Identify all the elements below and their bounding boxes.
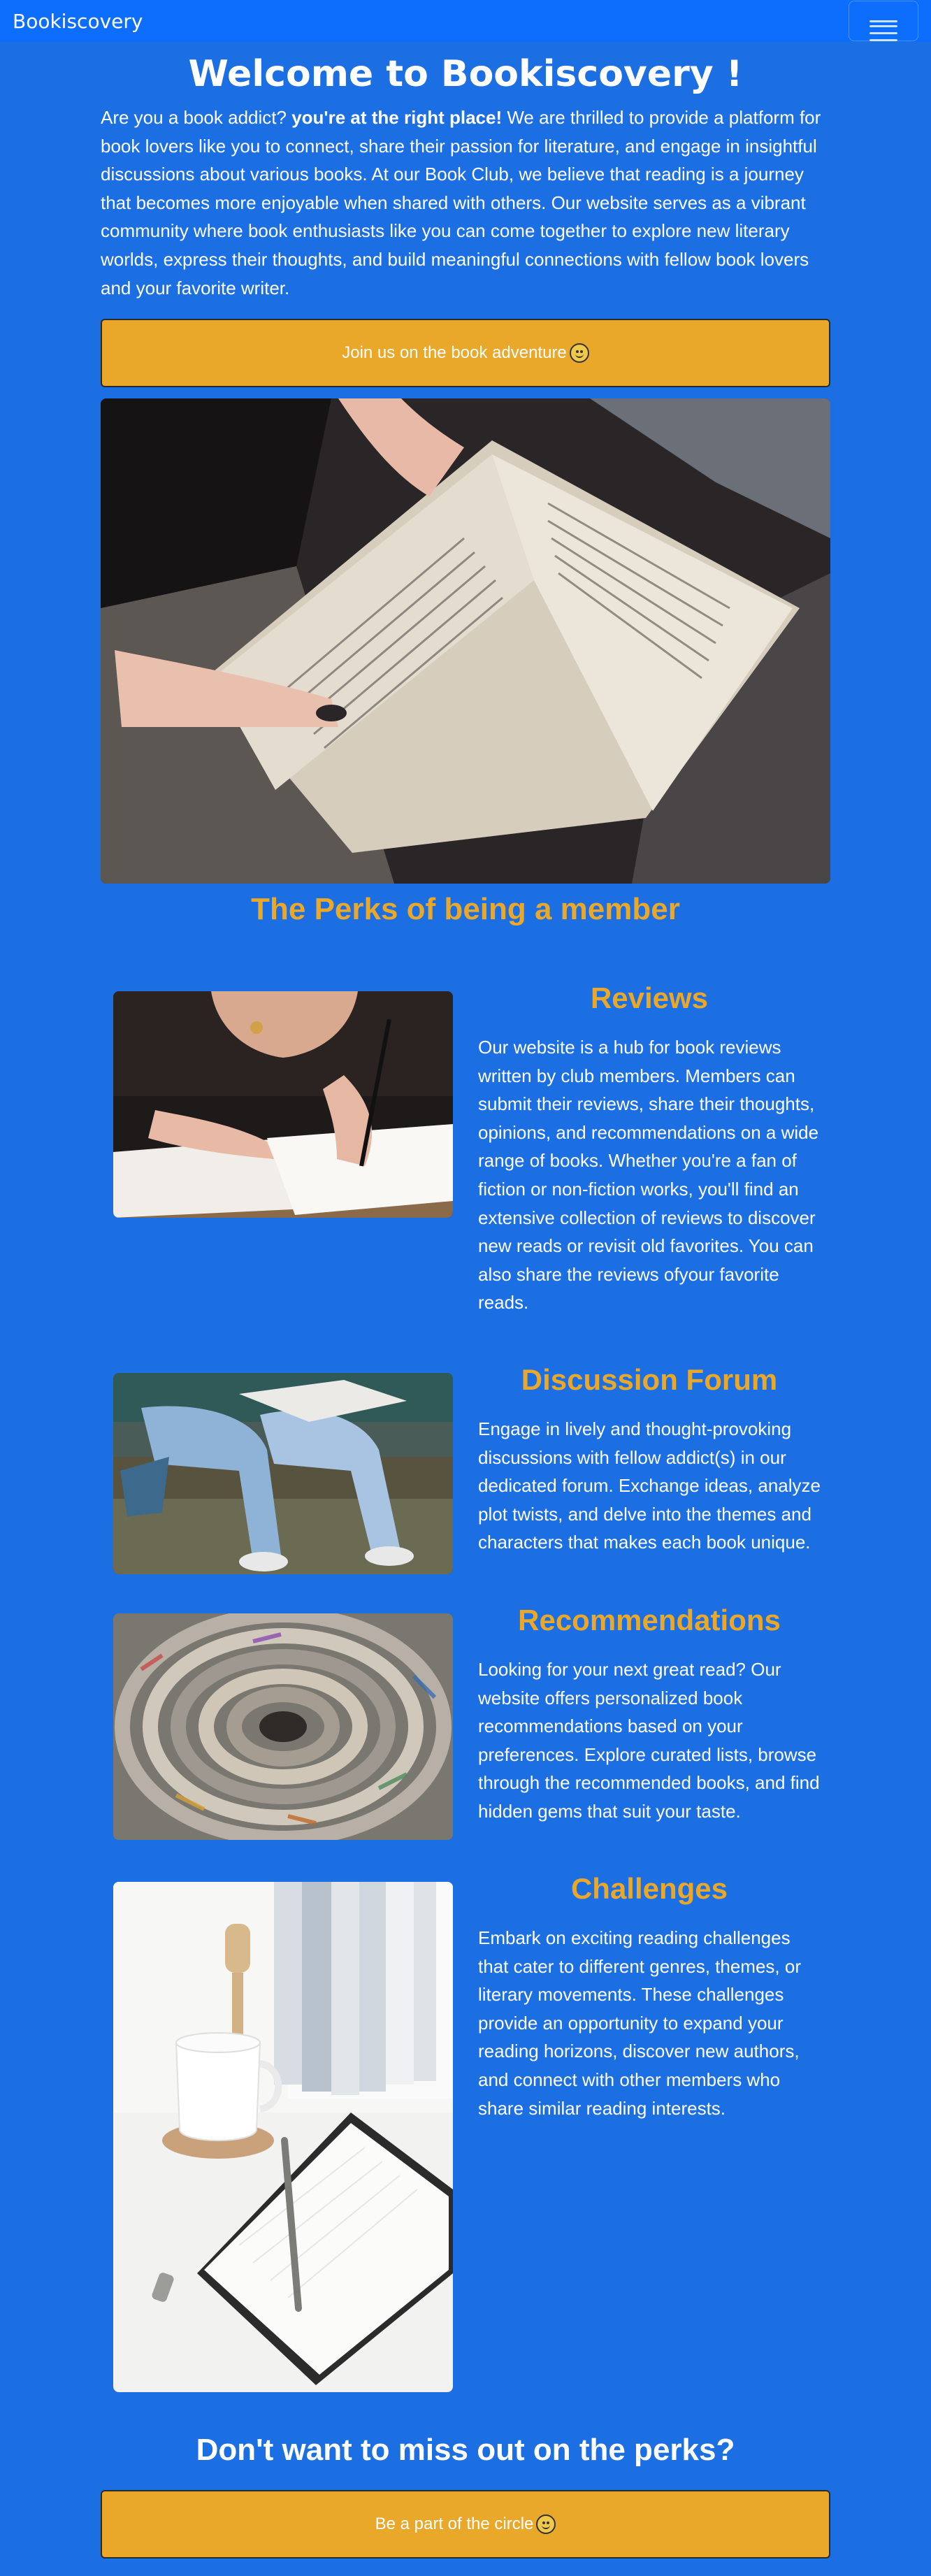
discussion-forum-title: Discussion Forum <box>521 1363 778 1396</box>
closing-title: Don't want to miss out on the perks? <box>196 2433 735 2467</box>
reviews-text: Our website is a hub for book reviews wr… <box>478 1037 819 1314</box>
join-circle-label: Be a part of the circle <box>375 2514 534 2533</box>
challenges-text: Embark on exciting reading challenges th… <box>478 1927 801 2119</box>
intro-paragraph: Are you a book addict? you're at the rig… <box>101 103 830 302</box>
discussion-forum-image <box>113 1373 453 1574</box>
friends-reading-illustration <box>113 1373 453 1574</box>
open-book-illustration <box>101 398 830 884</box>
smile-emoji-icon <box>569 343 589 363</box>
page-title: Welcome to Bookiscovery ! <box>188 53 743 95</box>
join-circle-button[interactable]: Be a part of the circle <box>101 2490 830 2559</box>
recommendations-title: Recommendations <box>518 1604 781 1636</box>
book-spiral-illustration <box>113 1613 453 1840</box>
brand-link[interactable]: Bookiscovery <box>13 10 143 33</box>
hamburger-menu-icon <box>869 20 897 41</box>
intro-lead: Are you a book addict? <box>101 107 287 128</box>
smile-emoji-icon <box>536 2514 556 2534</box>
navbar: Bookiscovery <box>0 0 931 42</box>
perks-title: The Perks of being a member <box>251 892 680 926</box>
recommendations-text: Looking for your next great read? Our we… <box>478 1659 820 1822</box>
join-adventure-button[interactable]: Join us on the book adventure <box>101 319 830 387</box>
reviews-image <box>113 991 453 1218</box>
discussion-forum-text: Engage in lively and thought-provoking d… <box>478 1418 821 1553</box>
challenges-title: Challenges <box>570 1872 728 1905</box>
navbar-toggle-button[interactable] <box>849 1 918 41</box>
intro-rest: We are thrilled to provide a platform fo… <box>101 107 821 298</box>
desk-notebook-illustration <box>113 1882 453 2392</box>
writing-hands-illustration <box>113 991 453 1218</box>
recommendations-image <box>113 1613 453 1840</box>
intro-bold: you're at the right place! <box>291 107 503 128</box>
reviews-title: Reviews <box>590 981 709 1014</box>
challenges-image <box>113 1882 453 2392</box>
join-adventure-label: Join us on the book adventure <box>342 343 567 362</box>
hero-book-image <box>101 398 830 884</box>
